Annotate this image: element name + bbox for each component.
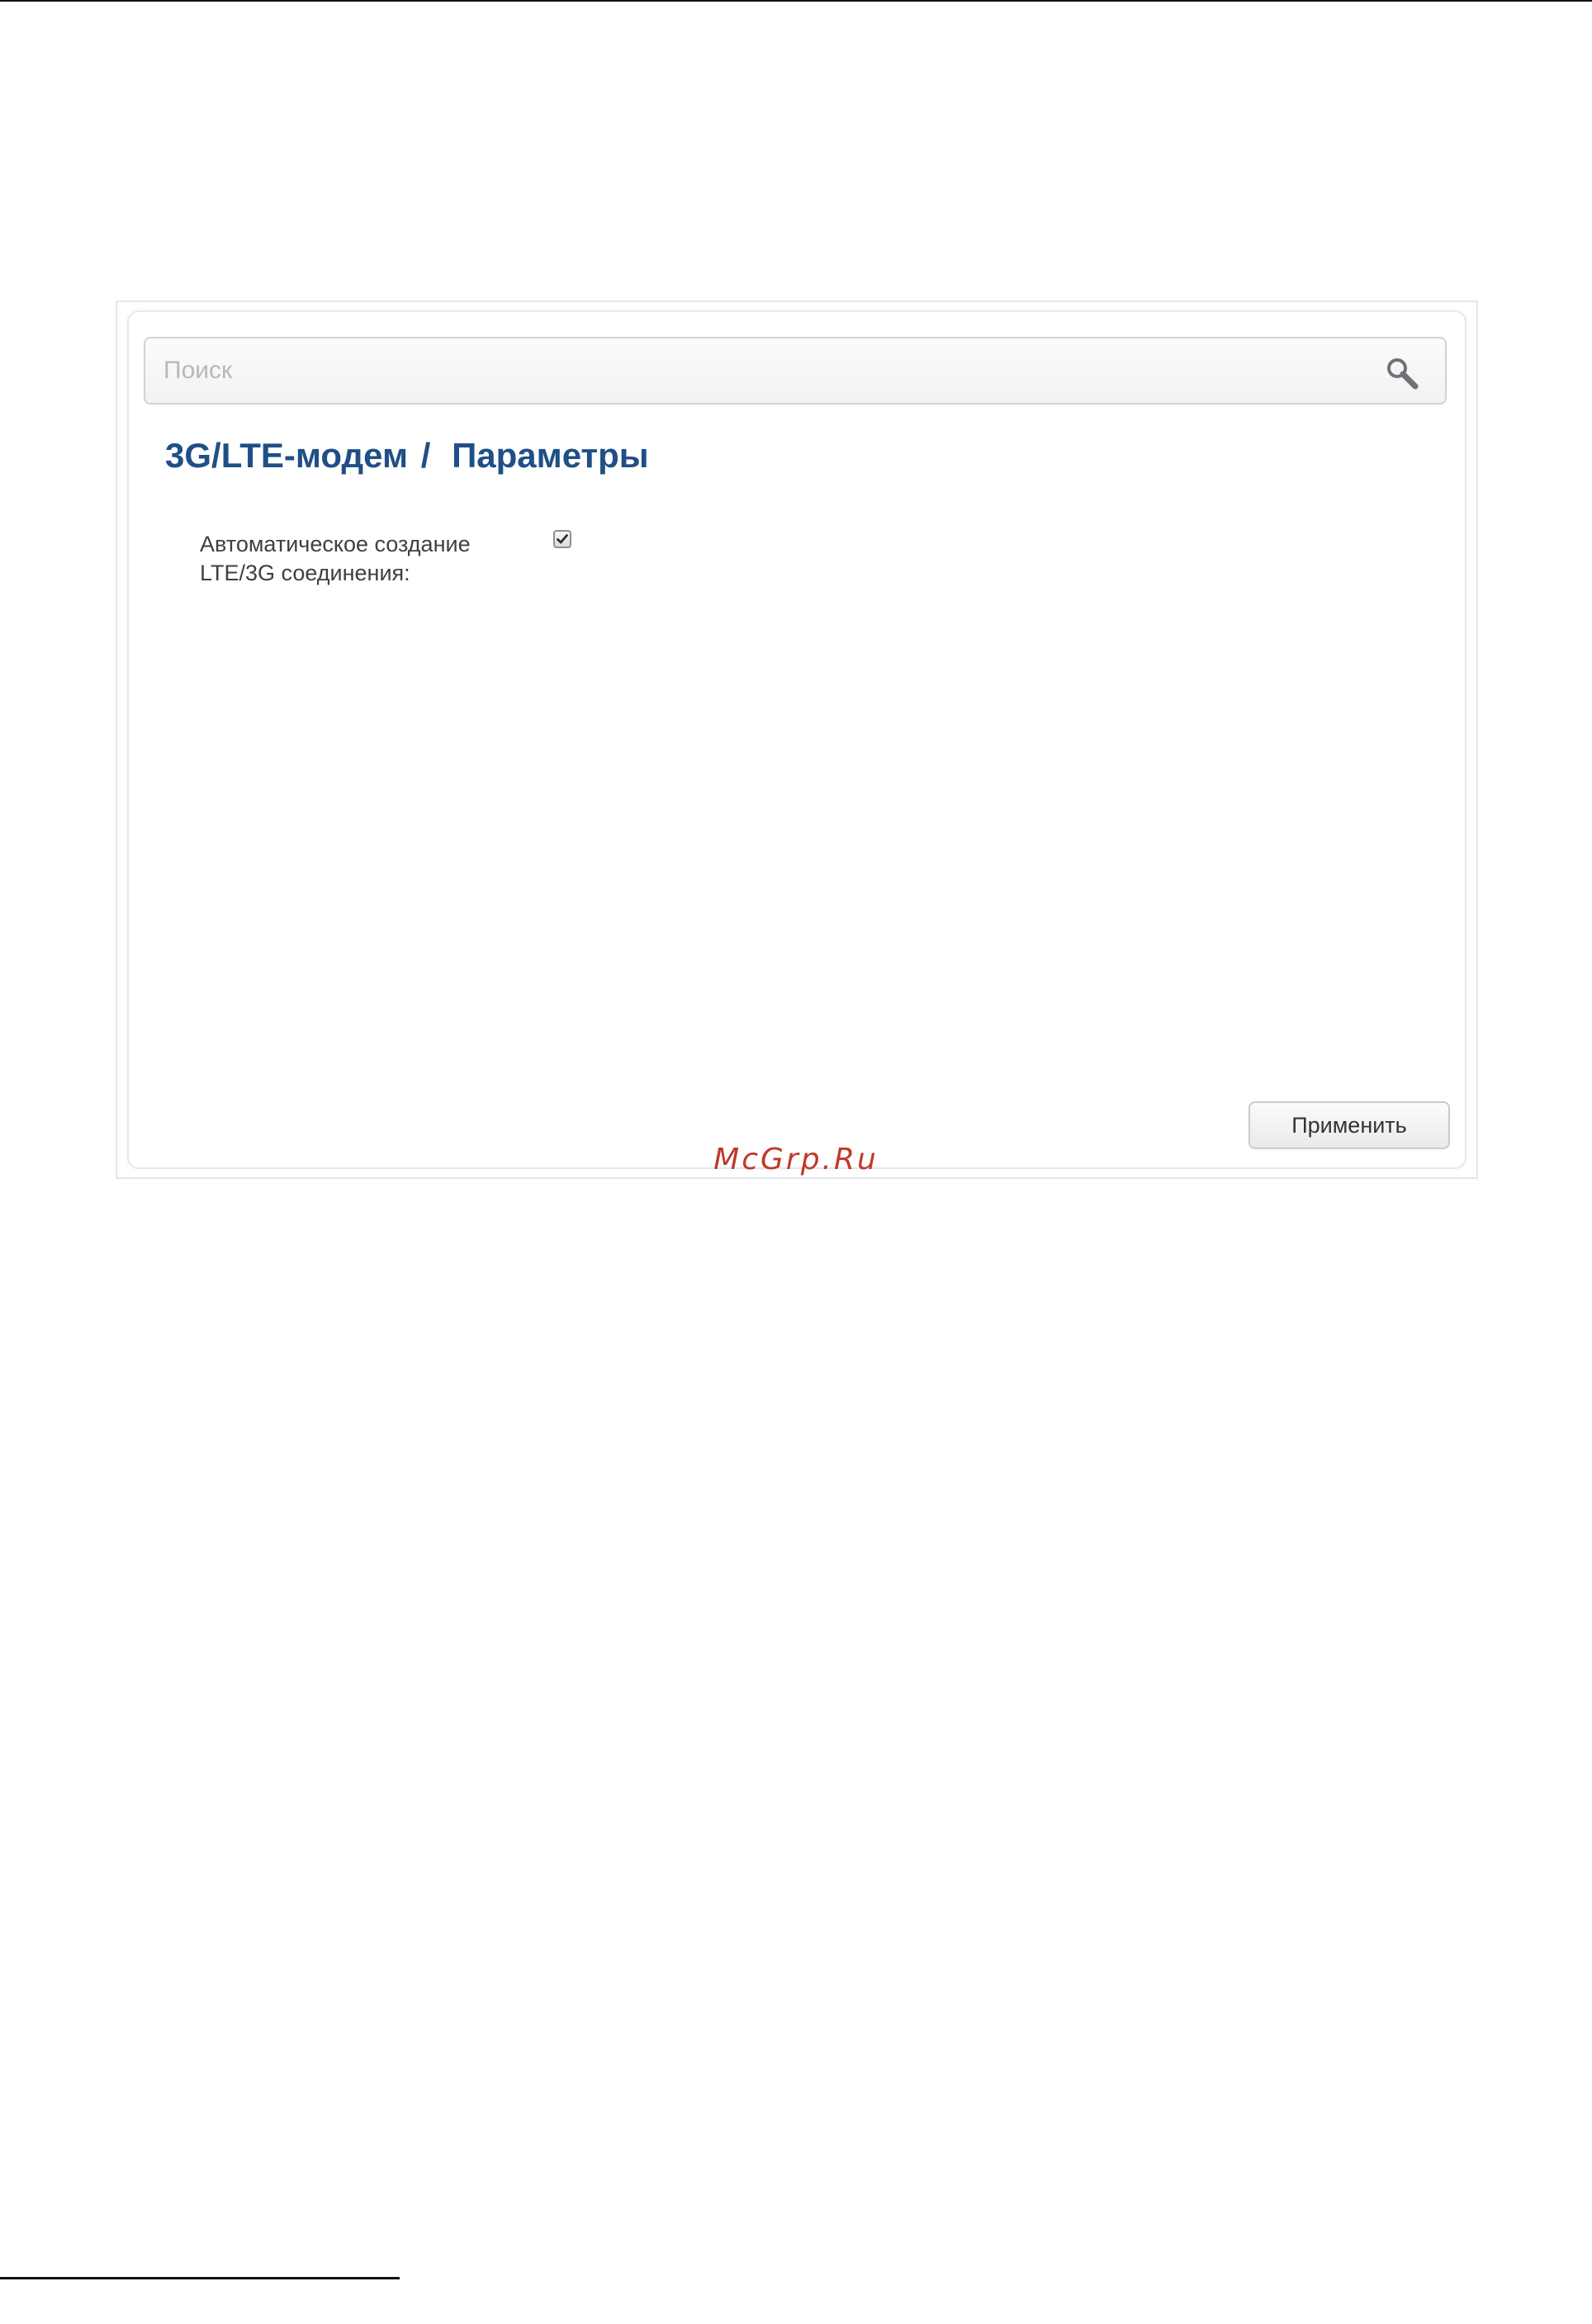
breadcrumb-page: Параметры (452, 436, 649, 475)
settings-panel: 3G/LTE-модем / Параметры Автоматическое … (127, 310, 1466, 1169)
page-top-rule (0, 0, 1592, 2)
breadcrumb-separator: / (420, 436, 431, 475)
auto-connection-row: Автоматическое создание LTE/3G соединени… (200, 530, 1356, 596)
page-title: 3G/LTE-модем / Параметры (165, 436, 649, 476)
auto-connection-label-line1: Автоматическое создание (200, 532, 471, 556)
search-icon[interactable] (1384, 355, 1420, 391)
watermark: McGrp.Ru (713, 1143, 879, 1176)
auto-connection-label-line2: LTE/3G соединения: (200, 561, 410, 585)
search-input[interactable] (162, 338, 1371, 403)
check-icon (557, 534, 568, 544)
search-box[interactable] (144, 337, 1447, 405)
footnote-rule (0, 2277, 400, 2279)
settings-window: 3G/LTE-модем / Параметры Автоматическое … (116, 301, 1478, 1179)
breadcrumb-section[interactable]: 3G/LTE-модем (165, 436, 408, 475)
auto-connection-label: Автоматическое создание LTE/3G соединени… (200, 530, 514, 588)
auto-connection-checkbox[interactable] (553, 530, 571, 548)
